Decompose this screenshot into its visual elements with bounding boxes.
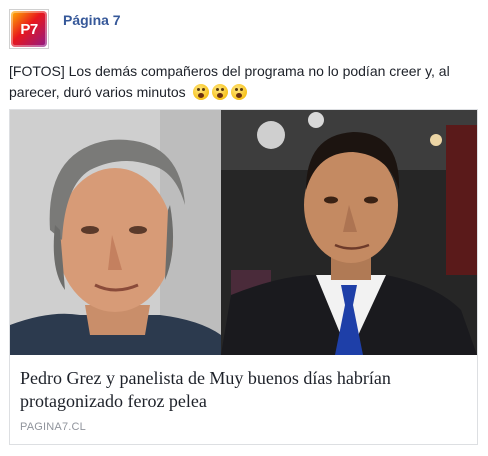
link-preview-card[interactable]: Pedro Grez y panelista de Muy buenos día… (9, 109, 478, 445)
page-avatar[interactable]: P7 (9, 9, 49, 49)
link-domain: PAGINA7.CL (20, 421, 86, 433)
astonished-emoji-icon (211, 84, 228, 100)
photo-right-man (221, 110, 477, 355)
facebook-post: P7 Página 7 [FOTOS] Los demás compañeros… (0, 0, 488, 456)
page-logo-text: P7 (20, 20, 38, 38)
astonished-emoji-icon (192, 84, 209, 100)
post-caption: [FOTOS] Los demás compañeros del program… (9, 61, 479, 103)
page-logo: P7 (11, 11, 47, 47)
astonished-emoji-icon (230, 84, 247, 100)
link-preview-text[interactable]: Pedro Grez y panelista de Muy buenos día… (10, 355, 477, 444)
photo-left-man (10, 110, 221, 355)
post-caption-text: [FOTOS] Los demás compañeros del program… (9, 63, 450, 100)
post-header: P7 Página 7 (9, 9, 121, 53)
link-preview-image[interactable] (10, 110, 477, 355)
link-headline[interactable]: Pedro Grez y panelista de Muy buenos día… (20, 367, 467, 413)
portrait-right-illustration (221, 110, 477, 355)
page-name-link[interactable]: Página 7 (63, 12, 121, 28)
portrait-left-illustration (10, 110, 221, 355)
